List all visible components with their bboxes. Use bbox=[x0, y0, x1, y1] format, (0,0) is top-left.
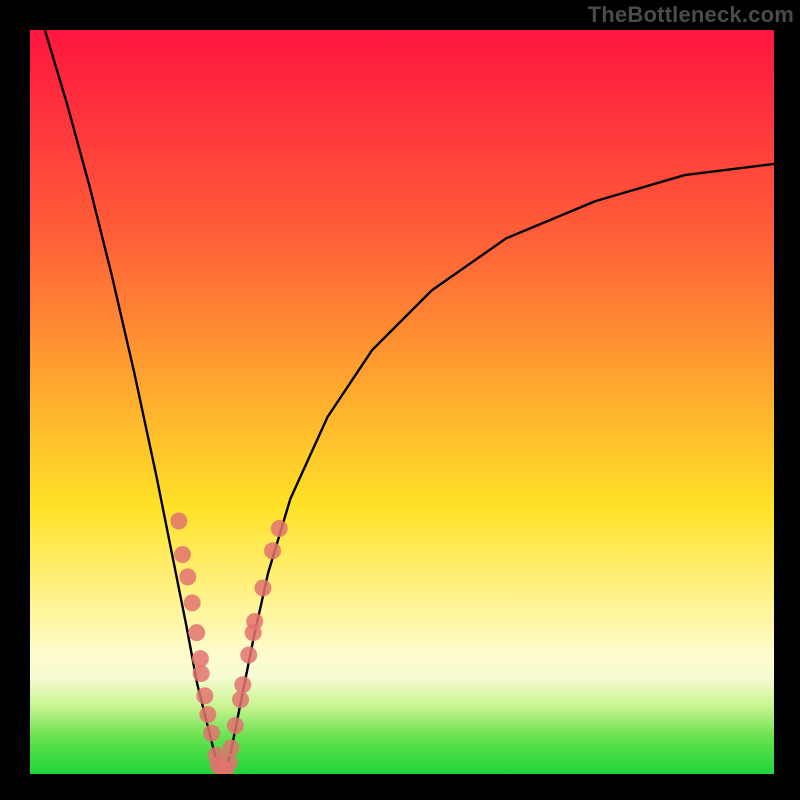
marker-dot bbox=[234, 676, 251, 693]
marker-dot bbox=[199, 706, 216, 723]
marker-dot bbox=[174, 546, 191, 563]
marker-dot bbox=[179, 568, 196, 585]
chart-stage: TheBottleneck.com bbox=[0, 0, 800, 800]
marker-dot bbox=[170, 513, 187, 530]
marker-dot bbox=[264, 542, 281, 559]
marker-dot bbox=[184, 594, 201, 611]
marker-dot bbox=[254, 580, 271, 597]
marker-dot bbox=[246, 613, 263, 630]
marker-dot bbox=[240, 646, 257, 663]
marker-dot bbox=[271, 520, 288, 537]
marker-dot bbox=[192, 650, 209, 667]
marker-dot bbox=[188, 624, 205, 641]
marker-dot bbox=[196, 687, 213, 704]
chart-svg bbox=[30, 30, 774, 774]
plot-area bbox=[30, 30, 774, 774]
marker-dot bbox=[227, 717, 244, 734]
marker-dot bbox=[222, 739, 239, 756]
highlighted-points bbox=[170, 513, 287, 774]
watermark-text: TheBottleneck.com bbox=[588, 2, 794, 28]
marker-dot bbox=[193, 665, 210, 682]
bottleneck-curve bbox=[45, 30, 774, 770]
marker-dot bbox=[232, 691, 249, 708]
marker-dot bbox=[203, 725, 220, 742]
